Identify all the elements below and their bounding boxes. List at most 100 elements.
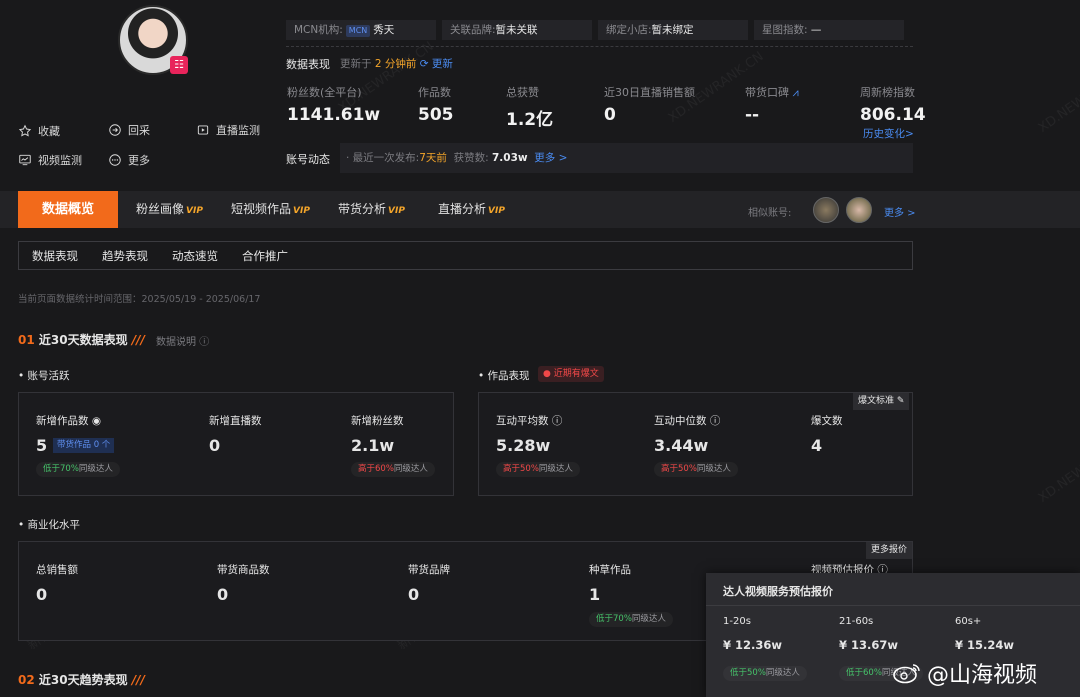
favorite-label: 收藏 — [38, 125, 60, 138]
compare-pill: 高于50%同级达人 — [496, 462, 580, 477]
commercial-heading: • 商业化水平 — [18, 519, 81, 531]
shop-value: 暂未绑定 — [651, 24, 694, 36]
tab-label: 粉丝画像 — [136, 202, 185, 216]
new-live-label: 新增直播数 — [209, 415, 262, 427]
compare-value: 高于50% — [503, 464, 539, 474]
xingtu-value: — — [810, 24, 822, 36]
hit-count-value: 4 — [811, 436, 823, 455]
help-icon: ⓘ — [199, 337, 210, 348]
tab-overview[interactable]: 数据概览 — [18, 191, 118, 228]
more-price-button[interactable]: 更多报价 — [866, 542, 913, 559]
compare-text: 同级达人 — [696, 464, 731, 474]
more-label: 更多 — [128, 154, 150, 167]
interaction-avg-label: 互动平均数 ⓘ — [496, 413, 562, 428]
star-icon — [18, 124, 32, 137]
tab-fans[interactable]: 粉丝画像 VIP — [136, 191, 203, 228]
compare-text: 同级达人 — [765, 668, 800, 678]
more-icon — [109, 154, 121, 166]
tab-live[interactable]: 直播分析 VIP — [438, 191, 505, 228]
divider — [286, 46, 913, 47]
compare-value: 低于60% — [846, 668, 882, 678]
sub-tab-bar: 数据表现 趋势表现 动态速览 合作推广 — [18, 241, 913, 270]
weibo-watermark: @山海视频 — [893, 657, 1037, 689]
dynamic-likes-label: 获赞数: — [453, 152, 489, 164]
stat-label: 带货口碑 ⩘ — [745, 84, 799, 100]
similar-label: 相似账号: — [748, 208, 792, 219]
new-fans-label: 新增粉丝数 — [351, 415, 404, 427]
xingtu-key: 星图指数: — [762, 24, 808, 36]
edit-icon: ✎ — [896, 396, 905, 406]
similar-more-link[interactable]: 更多 > — [884, 204, 916, 219]
xingtu-tag: 星图指数: — — [754, 20, 904, 40]
refresh-button[interactable]: ⟳ 更新 — [420, 58, 453, 70]
watermark: XD.NEWRANK.CN — [1035, 429, 1080, 506]
label-text: 互动平均数 — [496, 415, 549, 427]
compare-text: 同级达人 — [538, 464, 573, 474]
weibo-icon — [893, 664, 920, 684]
trend-chart-icon[interactable]: ⩘ — [793, 86, 799, 99]
vip-badge: VIP — [186, 206, 203, 216]
newrank-index-value: 806.14 — [860, 105, 926, 125]
reputation-value: -- — [745, 105, 760, 125]
subtab-data[interactable]: 数据表现 — [32, 248, 78, 264]
compare-text: 同级达人 — [631, 614, 666, 624]
reputation-label: 带货口碑 — [745, 86, 789, 99]
hit-count-label: 爆文数 — [811, 415, 843, 427]
dynamic-label: 账号动态 — [286, 153, 330, 166]
recapture-button[interactable]: 回采 — [108, 122, 150, 138]
login-icon — [109, 124, 121, 136]
hit-standard-button[interactable]: 爆文标准 ✎ — [853, 393, 910, 410]
interaction-avg-value: 5.28w — [496, 436, 551, 455]
video-monitor-button[interactable]: 视频监测 — [18, 152, 82, 168]
mcn-badge: MCN — [345, 25, 371, 37]
compare-value: 低于50% — [730, 668, 766, 678]
data-note-label: 数据说明 — [156, 337, 196, 348]
tab-videos[interactable]: 短视频作品 VIP — [231, 191, 310, 228]
performance-title: 数据表现 — [286, 58, 330, 71]
activity-title: 账号活跃 — [27, 370, 70, 382]
live-sales-value: 0 — [604, 105, 616, 125]
brand-tag: 关联品牌:暂未关联 — [442, 20, 592, 40]
vip-badge: VIP — [488, 206, 505, 216]
dynamic-more-link[interactable]: 更多 > — [534, 152, 567, 164]
goods-count-value: 0 — [217, 585, 229, 604]
compare-text: 同级达人 — [393, 464, 428, 474]
dynamic-time: 7天前 — [419, 152, 447, 164]
stripe-icon: /// — [131, 333, 145, 347]
compare-value: 低于70% — [43, 464, 79, 474]
profile-tags: MCN机构: MCN 秀天 关联品牌:暂未关联 绑定小店:暂未绑定 星图指数: — — [286, 20, 904, 40]
eye-icon[interactable]: ◉ — [92, 415, 101, 427]
subtab-cooperation[interactable]: 合作推广 — [242, 248, 288, 264]
seeding-value: 1 — [589, 585, 601, 604]
price-value: ¥ 13.67w — [839, 638, 899, 652]
duration-label: 21-60s — [839, 616, 874, 627]
qrcode-icon[interactable]: ☷ — [170, 56, 188, 74]
new-live-value: 0 — [209, 436, 221, 455]
history-change-link[interactable]: 历史变化> — [863, 126, 914, 141]
fire-icon: ● — [543, 369, 551, 379]
compare-pill: 低于70%同级达人 — [36, 462, 120, 477]
update-prefix: 更新于 — [340, 58, 372, 70]
mcn-tag: MCN机构: MCN 秀天 — [286, 20, 436, 40]
more-button[interactable]: 更多 — [108, 152, 150, 168]
new-fans-value: 2.1w — [351, 436, 395, 455]
video-monitor-icon — [19, 154, 31, 166]
live-monitor-label: 直播监测 — [216, 124, 260, 137]
section-number: 01 — [18, 333, 35, 347]
compare-text: 同级达人 — [78, 464, 113, 474]
tab-goods[interactable]: 带货分析 VIP — [338, 191, 405, 228]
similar-account-avatar[interactable] — [846, 197, 872, 223]
data-note-link[interactable]: 数据说明 ⓘ — [156, 333, 209, 348]
compare-value: 高于50% — [661, 464, 697, 474]
help-icon: ⓘ — [551, 415, 563, 427]
favorite-button[interactable]: 收藏 — [18, 123, 60, 139]
subtab-trend[interactable]: 趋势表现 — [102, 248, 148, 264]
dynamic-bar: · 最近一次发布:7天前 获赞数: 7.03w 更多 > — [340, 143, 913, 173]
subtab-dynamics[interactable]: 动态速览 — [172, 248, 218, 264]
live-monitor-button[interactable]: 直播监测 — [196, 122, 260, 138]
hot-badge: ● 近期有爆文 — [538, 366, 604, 382]
video-monitor-label: 视频监测 — [38, 154, 82, 167]
new-works-value: 5 — [36, 436, 48, 455]
section-number: 02 — [18, 673, 35, 687]
similar-account-avatar[interactable] — [813, 197, 839, 223]
